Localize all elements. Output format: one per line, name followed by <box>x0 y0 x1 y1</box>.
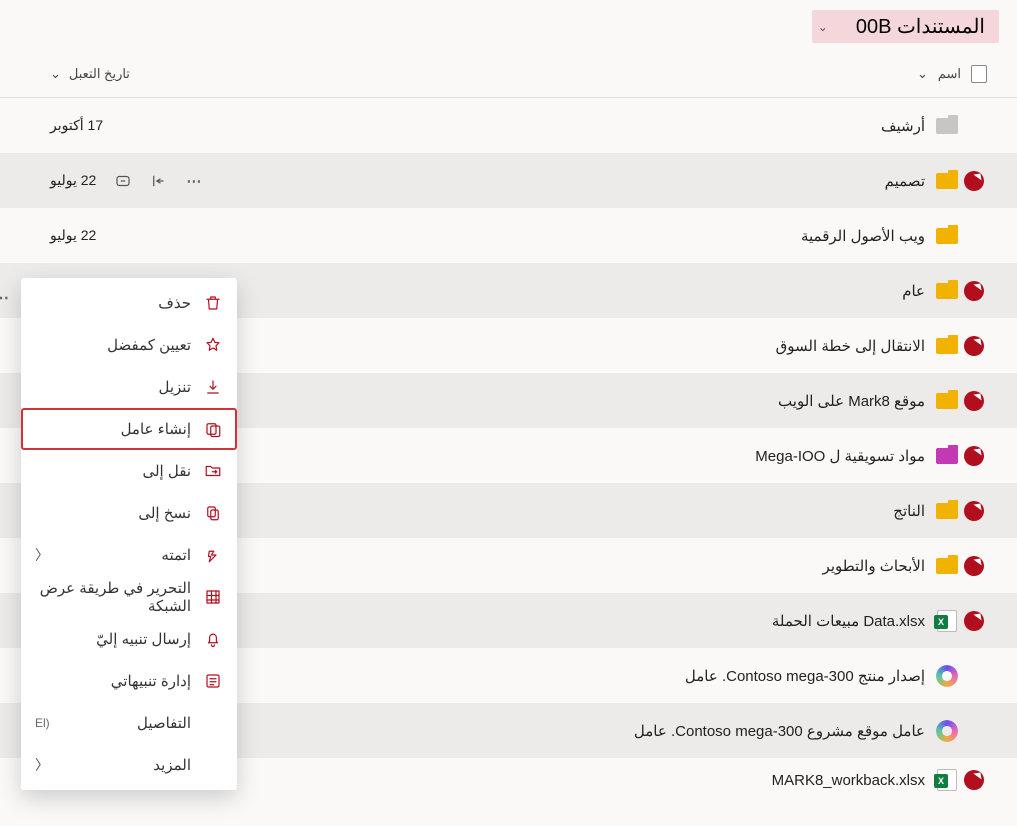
modified-date: 22 يوليو <box>50 227 96 244</box>
manage-alerts-icon <box>203 671 223 691</box>
sync-badge-icon <box>964 336 984 356</box>
grid-icon <box>203 587 223 607</box>
menu-item-label: التحرير في طريقة عرض الشبكة <box>35 579 191 615</box>
bell-icon <box>203 629 223 649</box>
details-icon <box>203 713 223 733</box>
menu-item-star[interactable]: تعيين كمفضل <box>21 324 237 366</box>
folder-icon <box>936 173 958 189</box>
menu-item-label: إدارة تنبيهاتي <box>35 672 191 690</box>
chevron-down-icon: ⌄ <box>818 20 828 34</box>
menu-item-label: اتمته <box>61 546 191 564</box>
folder-icon <box>936 338 958 354</box>
excel-file-icon <box>937 769 957 791</box>
menu-item-label: التفاصيل <box>62 714 191 732</box>
menu-item-label: المزيد <box>61 756 191 774</box>
link-icon[interactable] <box>114 172 132 190</box>
folder-icon <box>936 448 958 464</box>
menu-item-automate[interactable]: اتمته 〈 <box>21 534 237 576</box>
sync-badge-icon <box>964 611 984 631</box>
item-name: عامل موقع مشروع Contoso mega-300. عامل <box>634 722 925 740</box>
menu-item-agent[interactable]: إنشاء عامل <box>21 408 237 450</box>
item-name: الأبحاث والتطوير <box>823 557 925 575</box>
folder-icon <box>936 393 958 409</box>
library-title-dropdown[interactable]: المستندات 00B ⌄ <box>812 10 999 43</box>
sync-badge-icon <box>964 501 984 521</box>
automate-icon <box>203 545 223 565</box>
item-name: تصميم <box>885 172 925 190</box>
item-name: الناتج <box>893 502 925 520</box>
menu-item-trash[interactable]: حذف <box>21 282 237 324</box>
chevron-left-icon: 〈 <box>35 545 49 565</box>
modified-date: 17 أكتوبر <box>50 117 103 134</box>
menu-item-label: إنشاء عامل <box>35 420 191 438</box>
column-name[interactable]: اسم ⌄ <box>917 65 987 83</box>
more-actions-trigger[interactable]: ⋯ <box>0 288 11 308</box>
column-headers: اسم ⌄ تاريخ التعبل ⌄ <box>0 51 1017 98</box>
folder-icon <box>936 283 958 299</box>
sync-badge-icon <box>964 556 984 576</box>
menu-item-download[interactable]: تنزيل <box>21 366 237 408</box>
item-name: ويب الأصول الرقمية <box>801 227 925 245</box>
item-name: مواد تسويقية ل Mega-IOO <box>755 447 925 465</box>
item-name: MARK8_workback.xlsx <box>772 772 925 789</box>
menu-item-label: تعيين كمفضل <box>35 336 191 354</box>
copyto-icon <box>203 503 223 523</box>
folder-icon <box>936 228 958 244</box>
copilot-agent-icon <box>936 720 958 742</box>
menu-item-moveto[interactable]: نقل إلى <box>21 450 237 492</box>
item-name: Data.xlsx مبيعات الحملة <box>772 612 925 630</box>
download-icon <box>203 377 223 397</box>
context-menu: ⋯ حذفتعيين كمفضلتنزيلإنشاء عاملنقل إلىنس… <box>21 278 237 790</box>
library-title: المستندات 00B <box>856 14 985 39</box>
menu-item-label: تنزيل <box>35 378 191 396</box>
file-row[interactable]: تصميم ⋯ 22 يوليو <box>0 153 1017 208</box>
document-outline-icon <box>971 65 987 83</box>
folder-icon <box>936 503 958 519</box>
menu-item-label: إرسال تنبيه إليّ <box>35 630 191 648</box>
item-name: أرشيف <box>881 117 925 135</box>
column-date[interactable]: تاريخ التعبل ⌄ <box>50 66 130 82</box>
item-name: إصدار منتج Contoso mega-300. عامل <box>685 667 925 685</box>
agent-icon <box>203 419 223 439</box>
menu-item-manage-alerts[interactable]: إدارة تنبيهاتي <box>21 660 237 702</box>
menu-item-details[interactable]: التفاصيل(El <box>21 702 237 744</box>
share-icon[interactable] <box>150 172 168 190</box>
item-name: موقع Mark8 على الويب <box>778 392 925 410</box>
folder-icon <box>936 118 958 134</box>
menu-item-label: نقل إلى <box>35 462 191 480</box>
more-actions-icon[interactable]: ⋯ <box>186 172 203 190</box>
chevron-down-icon: ⌄ <box>50 66 61 82</box>
blank-icon <box>203 755 223 775</box>
chevron-left-icon: 〈 <box>35 755 49 775</box>
sync-badge-icon <box>964 391 984 411</box>
star-icon <box>203 335 223 355</box>
sync-badge-icon <box>964 770 984 790</box>
menu-item-more[interactable]: المزيد 〈 <box>21 744 237 786</box>
folder-icon <box>936 558 958 574</box>
trash-icon <box>203 293 223 313</box>
file-row[interactable]: ويب الأصول الرقمية 22 يوليو <box>0 208 1017 263</box>
moveto-icon <box>203 461 223 481</box>
menu-item-copyto[interactable]: نسخ إلى <box>21 492 237 534</box>
excel-file-icon <box>937 610 957 632</box>
menu-item-label: حذف <box>35 294 191 312</box>
item-name: عام <box>902 282 925 300</box>
sync-badge-icon <box>964 281 984 301</box>
menu-item-bell[interactable]: إرسال تنبيه إليّ <box>21 618 237 660</box>
copilot-agent-icon <box>936 665 958 687</box>
sync-badge-icon <box>964 446 984 466</box>
chevron-down-icon: ⌄ <box>917 66 928 82</box>
modified-date: 22 يوليو <box>50 172 96 189</box>
file-row[interactable]: أرشيف 17 أكتوبر <box>0 98 1017 153</box>
item-name: الانتقال إلى خطة السوق <box>776 337 925 355</box>
menu-item-label: نسخ إلى <box>35 504 191 522</box>
menu-item-grid[interactable]: التحرير في طريقة عرض الشبكة <box>21 576 237 618</box>
sync-badge-icon <box>964 171 984 191</box>
